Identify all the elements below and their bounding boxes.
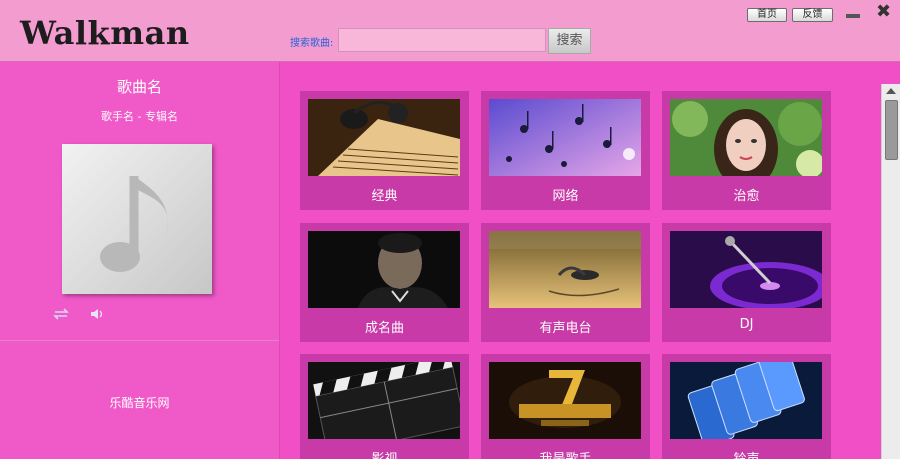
category-label: DJ [739,317,754,332]
category-label: 我是歌手 [481,448,650,459]
search-label: 搜索歌曲: [290,38,334,49]
category-image-hit-songs [308,231,460,308]
category-tile-healing[interactable]: 治愈 [662,91,831,210]
category-label: 影视 [300,448,469,459]
category-image-audio-radio [489,231,641,308]
category-label: 网络 [552,189,579,204]
minimize-icon[interactable] [846,14,860,18]
vertical-scrollbar[interactable] [881,84,900,459]
category-tile-ringtones[interactable]: 铃声 [662,354,831,459]
category-image-healing [670,99,822,176]
category-tile-dj[interactable]: DJ [662,223,831,342]
category-image-internet [489,99,641,176]
album-cover [62,144,212,294]
close-icon[interactable]: ✖ [876,1,891,22]
song-title: 歌曲名 [116,78,162,96]
category-label: 经典 [371,189,398,204]
repeat-icon[interactable] [52,307,70,321]
category-image-classic [308,99,460,176]
divider [0,340,279,341]
category-tile-internet[interactable]: 网络 [481,91,650,210]
site-name: 乐酷音乐网 [109,396,170,410]
category-label: 治愈 [733,189,760,204]
search-button[interactable]: 搜索 [548,28,591,54]
player-panel: 歌曲名 歌手名 - 专辑名 乐酷音乐网 [0,62,280,459]
scrollbar-thumb[interactable] [885,100,898,160]
category-tile-film-tv[interactable]: 影视 [300,354,469,459]
home-button[interactable]: 首页 [747,8,787,22]
app-logo: Walkman [20,14,190,52]
music-note-icon [100,176,168,272]
category-grid: 经典 网络 治愈 成名曲 有声电台 DJ [281,62,880,459]
category-label: 铃声 [662,448,831,459]
scroll-up-icon[interactable] [886,88,896,94]
category-image-i-am-singer [489,362,641,439]
category-tile-hit-songs[interactable]: 成名曲 [300,223,469,342]
category-label: 成名曲 [364,321,404,336]
title-bar: Walkman 搜索歌曲: 搜索 首页 反馈 ✖ [0,0,900,62]
category-image-film-tv [308,362,460,439]
search-input[interactable] [338,28,546,52]
category-tile-classic[interactable]: 经典 [300,91,469,210]
feedback-button[interactable]: 反馈 [792,8,833,22]
category-tile-audio-radio[interactable]: 有声电台 [481,223,650,342]
volume-icon[interactable] [90,307,106,321]
song-artist-album: 歌手名 - 专辑名 [101,110,178,123]
category-label: 有声电台 [539,321,592,336]
category-tile-i-am-singer[interactable]: 我是歌手 [481,354,650,459]
category-image-ringtones [670,362,822,439]
category-image-dj [670,231,822,308]
